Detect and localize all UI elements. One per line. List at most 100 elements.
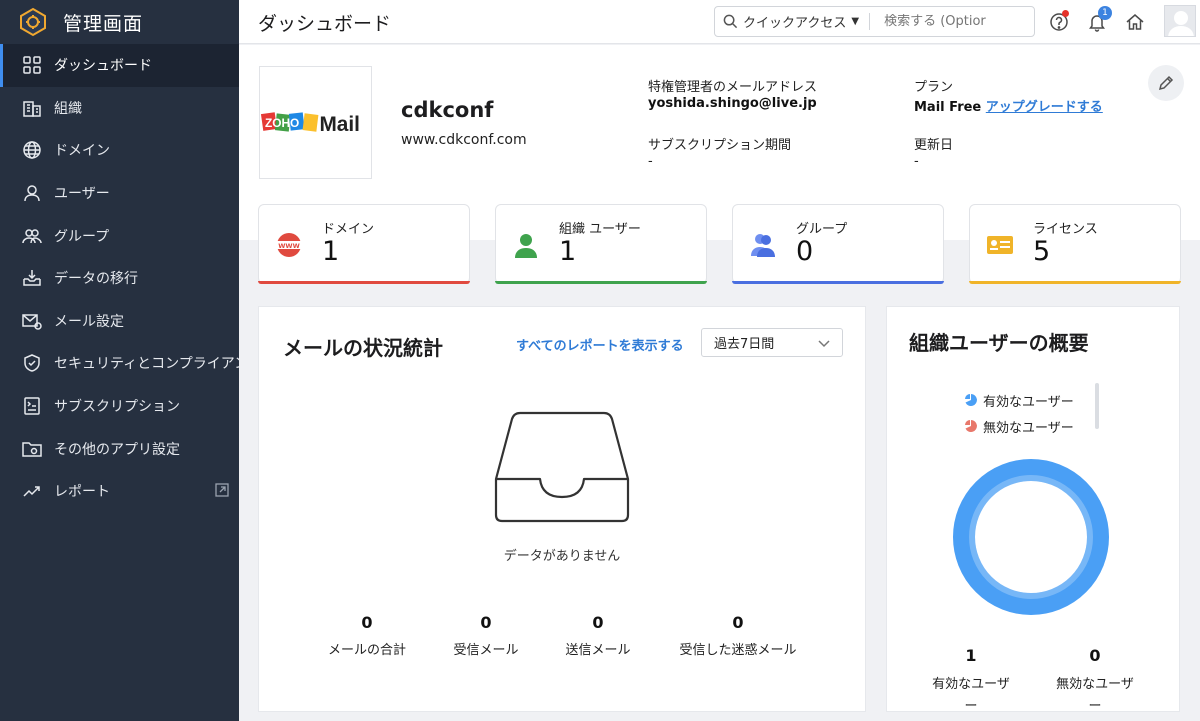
inactive-users-stat: 0 無効なユーザー: [1055, 646, 1135, 718]
sidebar-item-label: グループ: [54, 228, 110, 245]
group-icon: [22, 226, 42, 246]
stat-label: 有効なユーザー: [932, 677, 1010, 714]
sidebar-item-label: セキュリティとコンプライアンス: [54, 356, 239, 373]
group-icon: [747, 229, 779, 261]
avatar[interactable]: [1164, 5, 1196, 37]
user-icon: [510, 229, 542, 261]
pencil-icon: [1158, 75, 1174, 91]
divider: [869, 13, 871, 30]
sidebar-item-label: データの移行: [54, 271, 138, 288]
sidebar-item-reports[interactable]: レポート: [0, 470, 239, 513]
sidebar-item-domains[interactable]: ドメイン: [0, 129, 239, 172]
sidebar-item-label: メール設定: [54, 313, 124, 330]
top-bar: ダッシュボード クイックアクセス ▼ 1: [239, 0, 1200, 44]
help-icon[interactable]: [1049, 10, 1069, 32]
organization-name: cdkconf: [401, 98, 494, 122]
admin-email-label: 特権管理者のメールアドレス: [648, 80, 818, 95]
stat-label: ライセンス: [1033, 222, 1098, 237]
organization-url: www.cdkconf.com: [401, 132, 527, 148]
legend-item-inactive[interactable]: 無効なユーザー: [965, 413, 1074, 439]
sidebar-item-data-migration[interactable]: データの移行: [0, 257, 239, 300]
globe-icon: [22, 140, 42, 160]
organization-logo[interactable]: ZOHO Mail: [259, 66, 372, 179]
sidebar-item-dashboard[interactable]: ダッシュボード: [0, 44, 239, 87]
sidebar-item-other-apps[interactable]: その他のアプリ設定: [0, 427, 239, 470]
users-donut-chart: [953, 459, 1109, 615]
stat-value: 5: [1033, 236, 1051, 267]
sent-mail-stat: 0 送信メール: [538, 613, 658, 658]
stat-accent-bar: [732, 281, 944, 284]
sidebar-item-label: サブスクリプション: [54, 399, 180, 416]
stat-label: グループ: [796, 222, 848, 237]
admin-console-logo-icon[interactable]: [18, 7, 48, 37]
domains-stat-card[interactable]: WWW ドメイン 1: [258, 204, 470, 284]
org-users-stat-card[interactable]: 組織 ユーザー 1: [495, 204, 707, 284]
dashboard-grid-icon: [22, 55, 42, 75]
page-title: ダッシュボード: [258, 13, 392, 35]
sidebar-item-label: ダッシュボード: [54, 58, 152, 75]
plan-value: Mail Free: [914, 100, 982, 115]
upgrade-link[interactable]: アップグレードする: [986, 100, 1103, 115]
svg-text:WWW: WWW: [278, 242, 300, 250]
chevron-down-icon: [818, 337, 830, 349]
subscription-document-icon: [22, 396, 42, 416]
stat-label: 受信メール: [453, 643, 519, 658]
sidebar-item-label: ドメイン: [54, 143, 110, 160]
stat-value: 0: [480, 613, 492, 632]
quick-access-dropdown[interactable]: クイックアクセス: [743, 12, 846, 31]
sidebar-item-label: 組織: [54, 100, 82, 117]
sidebar-item-users[interactable]: ユーザー: [0, 172, 239, 215]
mail-stats-panel: メールの状況統計 すべてのレポートを表示する 過去7日間 データがありません 0…: [258, 306, 866, 712]
user-icon: [22, 183, 42, 203]
legend-item-active[interactable]: 有効なユーザー: [965, 387, 1074, 413]
plan-value-row: Mail Free アップグレードする: [914, 96, 1103, 115]
groups-stat-card[interactable]: グループ 0: [732, 204, 944, 284]
sidebar-item-groups[interactable]: グループ: [0, 214, 239, 257]
sidebar-item-organization[interactable]: 組織: [0, 87, 239, 130]
stat-value: 0: [1089, 646, 1101, 665]
mail-stats-title: メールの状況統計: [283, 336, 443, 360]
edit-button[interactable]: [1148, 65, 1184, 101]
home-icon[interactable]: [1125, 12, 1145, 32]
stat-value: 1: [965, 646, 977, 665]
sidebar-item-subscription[interactable]: サブスクリプション: [0, 385, 239, 428]
period-select[interactable]: 過去7日間: [701, 328, 843, 357]
bell-icon[interactable]: 1: [1087, 6, 1112, 32]
org-users-overview-panel: 組織ユーザーの概要 有効なユーザー 無効なユーザー 1 有効なユーザー 0 無効…: [886, 306, 1180, 714]
sidebar: 管理画面 ダッシュボード 組織 ドメイン ユーザー グループ データの移行 メー…: [0, 0, 239, 721]
search-input[interactable]: [884, 14, 995, 29]
external-link-icon: [215, 483, 229, 497]
licenses-stat-card[interactable]: ライセンス 5: [969, 204, 1181, 284]
empty-tray-icon: [494, 405, 630, 525]
subscription-period-label: サブスクリプション期間: [648, 138, 792, 153]
pie-slice-icon: [965, 394, 977, 406]
logo-zoho-text: ZOHO: [265, 115, 299, 129]
stat-value: 1: [559, 236, 577, 267]
spam-mail-stat: 0 受信した迷惑メール: [658, 613, 818, 658]
help-alert-dot: [1062, 10, 1069, 17]
org-users-overview-title: 組織ユーザーの概要: [909, 331, 1089, 355]
sidebar-item-mail-settings[interactable]: メール設定: [0, 300, 239, 343]
no-data-text: データがありません: [503, 549, 621, 564]
sidebar-item-label: ユーザー: [54, 186, 110, 203]
notification-count-badge: 1: [1098, 6, 1112, 20]
stat-value: 0: [361, 613, 373, 632]
stat-label: 送信メール: [565, 643, 631, 658]
chart-legend: 有効なユーザー 無効なユーザー: [965, 387, 1074, 439]
sidebar-item-security[interactable]: セキュリティとコンプライアンス: [0, 342, 239, 385]
stat-label: メールの合計: [327, 643, 406, 658]
stat-label: ドメイン: [322, 222, 375, 237]
stat-value: 0: [796, 236, 814, 267]
subscription-period-value: -: [648, 154, 653, 169]
stat-accent-bar: [258, 281, 470, 284]
view-all-reports-link[interactable]: すべてのレポートを表示する: [516, 335, 684, 354]
renewal-date-value: -: [914, 154, 919, 169]
received-mail-stat: 0 受信メール: [426, 613, 546, 658]
inbox-download-icon: [22, 268, 42, 288]
stat-value: 0: [592, 613, 604, 632]
stat-label: 組織 ユーザー: [559, 222, 641, 237]
www-globe-icon: WWW: [273, 229, 305, 261]
trend-chart-icon: [22, 481, 42, 501]
caret-down-icon[interactable]: ▼: [851, 16, 859, 27]
legend-scrollbar[interactable]: [1095, 383, 1099, 429]
